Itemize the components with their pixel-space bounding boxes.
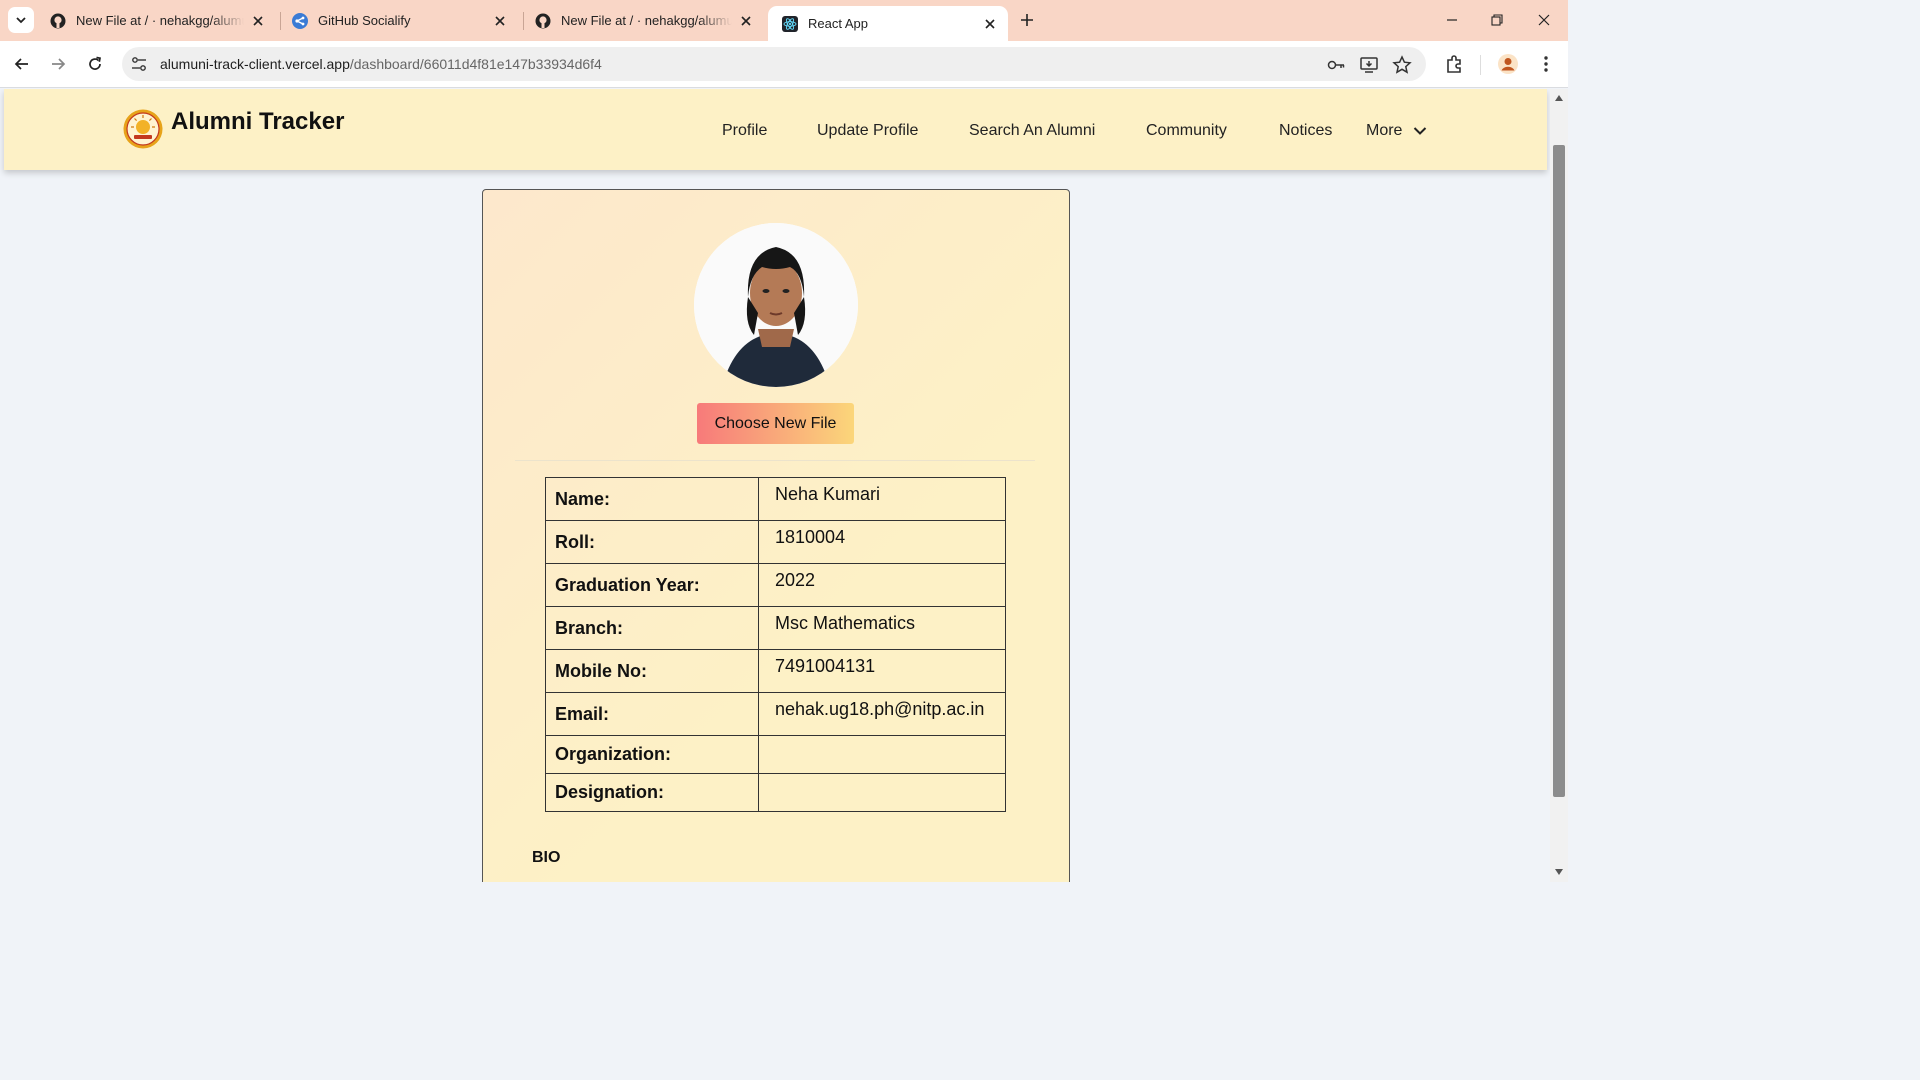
triangle-up-icon	[1555, 95, 1563, 101]
socialify-icon	[292, 12, 308, 29]
row-value: 7491004131	[758, 649, 1006, 693]
profile-info-table: Name: Neha Kumari Roll: 1810004 Graduati…	[545, 477, 1006, 812]
github-icon	[50, 13, 66, 28]
table-row: Graduation Year: 2022	[545, 563, 1006, 607]
profile-photo-image	[694, 223, 858, 387]
tab-title: New File at / · nehakgg/alumun	[561, 13, 732, 28]
tab-github-2[interactable]: New File at / · nehakgg/alumun	[521, 0, 764, 41]
tab-react-app[interactable]: React App	[768, 6, 1008, 41]
toolbar-divider	[1480, 55, 1481, 75]
row-label: Roll:	[545, 520, 759, 564]
table-row: Roll: 1810004	[545, 520, 1006, 564]
plus-icon	[1021, 14, 1033, 26]
close-window-button[interactable]	[1532, 8, 1556, 32]
close-icon[interactable]	[492, 13, 508, 29]
table-row: Branch: Msc Mathematics	[545, 606, 1006, 650]
page-viewport: Alumni Tracker Profile Update Profile Se…	[0, 89, 1550, 882]
row-label: Branch:	[545, 606, 759, 650]
scroll-up-arrow[interactable]	[1554, 93, 1564, 103]
site-info-icon[interactable]	[130, 55, 148, 73]
table-row: Designation:	[545, 773, 1006, 812]
tab-title: React App	[808, 16, 868, 31]
kebab-menu-icon[interactable]	[1535, 53, 1557, 75]
nav-profile[interactable]: Profile	[722, 122, 767, 140]
bio-heading: BIO	[532, 849, 561, 866]
close-icon[interactable]	[250, 13, 266, 29]
scroll-down-arrow[interactable]	[1554, 867, 1564, 877]
row-label: Graduation Year:	[545, 563, 759, 607]
section-divider	[515, 460, 1035, 461]
scrollbar-thumb[interactable]	[1553, 145, 1565, 797]
site-brand[interactable]: Alumni Tracker	[171, 108, 344, 136]
row-value: 2022	[758, 563, 1006, 607]
browser-toolbar: alumuni-track-client.vercel.app/dashboar…	[0, 41, 1568, 88]
url-path: /dashboard/66011d4f81e147b33934d6f4	[349, 56, 602, 72]
tab-search-button[interactable]	[8, 7, 34, 33]
star-icon[interactable]	[1392, 55, 1412, 75]
forward-button[interactable]	[46, 52, 70, 76]
tab-github-1[interactable]: New File at / · nehakgg/alumun	[36, 0, 276, 41]
key-icon[interactable]	[1326, 55, 1346, 75]
install-app-icon[interactable]	[1359, 55, 1379, 75]
restore-button[interactable]	[1485, 8, 1509, 32]
new-tab-button[interactable]	[1016, 9, 1038, 31]
reload-icon	[89, 56, 101, 70]
row-value: Neha Kumari	[758, 477, 1006, 521]
minimize-icon	[1447, 19, 1457, 21]
nav-update-profile[interactable]: Update Profile	[817, 122, 918, 140]
table-row: Mobile No: 7491004131	[545, 649, 1006, 693]
nav-search-alumni[interactable]: Search An Alumni	[969, 122, 1095, 140]
nav-community[interactable]: Community	[1146, 122, 1227, 140]
browser-tab-strip: New File at / · nehakgg/alumun GitHub So…	[0, 0, 1568, 41]
react-icon	[782, 15, 798, 32]
profile-photo	[694, 223, 858, 387]
row-value: nehak.ug18.ph@nitp.ac.in	[758, 692, 1006, 736]
row-label: Mobile No:	[545, 649, 759, 693]
row-value	[758, 735, 1006, 774]
table-row: Name: Neha Kumari	[545, 477, 1006, 521]
reload-button[interactable]	[83, 52, 107, 76]
arrow-right-icon	[52, 58, 66, 70]
close-icon	[1538, 14, 1550, 26]
arrow-left-icon	[14, 58, 28, 70]
chevron-down-icon	[16, 17, 26, 24]
tab-title: New File at / · nehakgg/alumun	[76, 13, 244, 28]
table-row: Email: nehak.ug18.ph@nitp.ac.in	[545, 692, 1006, 736]
row-value: 1810004	[758, 520, 1006, 564]
nav-more-label: More	[1366, 122, 1403, 139]
close-icon[interactable]	[738, 13, 754, 29]
back-button[interactable]	[10, 52, 34, 76]
extensions-icon[interactable]	[1444, 53, 1466, 75]
choose-new-file-button[interactable]: Choose New File	[697, 403, 854, 444]
page-scrollbar[interactable]	[1550, 89, 1568, 882]
nav-notices[interactable]: Notices	[1279, 122, 1332, 140]
github-icon	[535, 13, 551, 28]
url-text[interactable]: alumuni-track-client.vercel.app/dashboar…	[160, 56, 602, 72]
college-logo[interactable]	[123, 109, 163, 149]
tab-title: GitHub Socialify	[318, 13, 411, 28]
minimize-button[interactable]	[1440, 8, 1464, 32]
restore-icon	[1491, 14, 1503, 26]
row-value: Msc Mathematics	[758, 606, 1006, 650]
url-host: alumuni-track-client.vercel.app	[160, 56, 350, 72]
row-label: Organization:	[545, 735, 759, 774]
row-label: Designation:	[545, 773, 759, 812]
table-row: Organization:	[545, 735, 1006, 774]
close-icon[interactable]	[982, 16, 998, 32]
tab-socialify[interactable]: GitHub Socialify	[278, 0, 518, 41]
row-label: Name:	[545, 477, 759, 521]
chevron-down-icon	[1413, 127, 1427, 135]
row-value	[758, 773, 1006, 812]
site-header: Alumni Tracker Profile Update Profile Se…	[4, 89, 1547, 170]
row-label: Email:	[545, 692, 759, 736]
triangle-down-icon	[1555, 869, 1563, 875]
nav-more-dropdown[interactable]: More	[1366, 122, 1427, 140]
address-bar[interactable]: alumuni-track-client.vercel.app/dashboar…	[122, 47, 1426, 81]
profile-avatar-icon[interactable]	[1497, 53, 1519, 75]
profile-card: Choose New File Name: Neha Kumari Roll: …	[482, 189, 1070, 882]
